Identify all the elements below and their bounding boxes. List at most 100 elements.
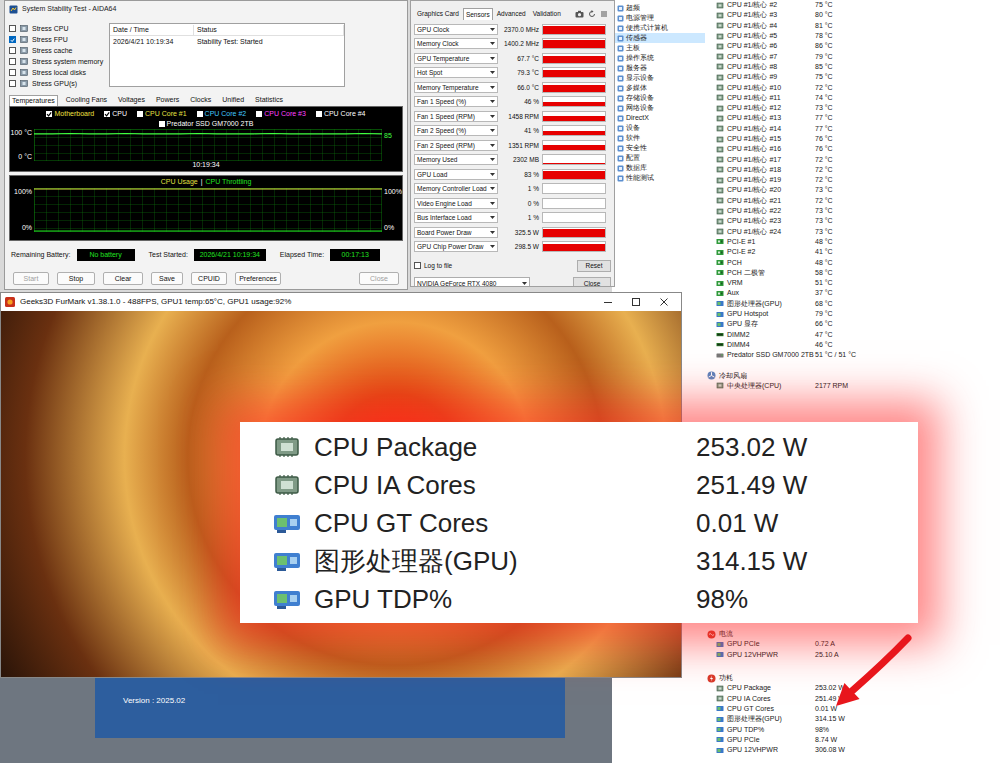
- sensor-selector[interactable]: GPU Load: [414, 169, 498, 180]
- nav-item[interactable]: 多媒体: [615, 83, 705, 93]
- legend-checkbox[interactable]: [316, 111, 322, 117]
- sensor-row[interactable]: GPU 显存66 °C: [707, 319, 1000, 329]
- dialog-button[interactable]: Close: [359, 272, 399, 285]
- sensor-row[interactable]: GPU 12VHPWR306.08 W: [707, 745, 1000, 755]
- dialog-button[interactable]: Stop: [57, 272, 95, 285]
- nav-item[interactable]: 传感器: [615, 33, 705, 43]
- nav-item[interactable]: 网络设备: [615, 103, 705, 113]
- legend-item[interactable]: CPU Core #3: [256, 109, 306, 119]
- dialog-button[interactable]: Start: [13, 272, 49, 285]
- sensor-row[interactable]: PCI-E #241 °C: [707, 247, 1000, 257]
- sensor-row[interactable]: CPU #1/核心 #1972 °C: [707, 175, 1000, 185]
- checkbox[interactable]: [9, 47, 16, 54]
- sensor-row[interactable]: Aux37 °C: [707, 288, 1000, 298]
- checkbox[interactable]: [9, 25, 16, 32]
- sensor-row[interactable]: CPU #1/核心 #1072 °C: [707, 82, 1000, 92]
- sensor-row[interactable]: PCH 二极管58 °C: [707, 268, 1000, 278]
- sensor-row[interactable]: CPU #1/核心 #2473 °C: [707, 227, 1000, 237]
- sensor-row[interactable]: CPU #1/核心 #779 °C: [707, 51, 1000, 61]
- dialog-button[interactable]: CPUID: [191, 272, 227, 285]
- checkbox[interactable]: [414, 262, 421, 269]
- stress-option[interactable]: Stress local disks: [9, 67, 105, 78]
- checkbox[interactable]: [9, 36, 16, 43]
- sensor-row[interactable]: 图形处理器(GPU)68 °C: [707, 299, 1000, 309]
- legend-item[interactable]: CPU Core #2: [197, 109, 247, 119]
- nav-item[interactable]: 便携式计算机: [615, 23, 705, 33]
- sensor-row[interactable]: 图形处理器(GPU)314.15 W: [707, 714, 1000, 724]
- sensor-row[interactable]: Predator SSD GM7000 2TB51 °C / 51 °C: [707, 350, 1000, 360]
- tab[interactable]: Graphics Card: [414, 7, 462, 20]
- sensor-selector[interactable]: Hot Spot: [414, 67, 498, 78]
- sensor-row[interactable]: DIMM446 °C: [707, 340, 1000, 350]
- sensor-selector[interactable]: Memory Temperature: [414, 82, 498, 93]
- background-window[interactable]: Version : 2025.02: [95, 678, 565, 738]
- nav-item[interactable]: 安全性: [615, 143, 705, 153]
- sensor-selector[interactable]: Memory Clock: [414, 38, 498, 49]
- sensor-row[interactable]: CPU #1/核心 #1174 °C: [707, 93, 1000, 103]
- checkbox[interactable]: [9, 69, 16, 76]
- sensor-row[interactable]: CPU #1/核心 #1477 °C: [707, 124, 1000, 134]
- legend-item[interactable]: CPU Core #4: [316, 109, 366, 119]
- sensor-row[interactable]: CPU #1/核心 #1872 °C: [707, 165, 1000, 175]
- sensor-selector[interactable]: Fan 2 Speed (RPM): [414, 140, 498, 151]
- sensor-row[interactable]: CPU GT Cores0.01 W: [707, 704, 1000, 714]
- section-header[interactable]: 电流: [707, 629, 1000, 639]
- sensor-selector[interactable]: Fan 1 Speed (RPM): [414, 111, 498, 122]
- sensor-row[interactable]: CPU #1/核心 #2172 °C: [707, 196, 1000, 206]
- sensor-selector[interactable]: Bus Interface Load: [414, 212, 498, 223]
- sensor-row[interactable]: CPU #1/核心 #1576 °C: [707, 134, 1000, 144]
- legend-checkbox[interactable]: [137, 111, 143, 117]
- sensor-row[interactable]: GPU Hotspot79 °C: [707, 309, 1000, 319]
- legend-checkbox[interactable]: [159, 121, 165, 127]
- sensor-row[interactable]: CPU #1/核心 #1273 °C: [707, 103, 1000, 113]
- dialog-button[interactable]: Save: [151, 272, 183, 285]
- checkbox[interactable]: [9, 58, 16, 65]
- legend-item[interactable]: Predator SSD GM7000 2TB: [159, 119, 254, 129]
- sensor-row[interactable]: CPU #1/核心 #885 °C: [707, 62, 1000, 72]
- sensor-row[interactable]: CPU #1/核心 #2373 °C: [707, 216, 1000, 226]
- nav-item[interactable]: 主板: [615, 43, 705, 53]
- stress-option[interactable]: Stress FPU: [9, 34, 105, 45]
- nav-item[interactable]: 电源管理: [615, 13, 705, 23]
- legend-item[interactable]: Motherboard: [46, 109, 94, 119]
- tab[interactable]: Powers: [153, 94, 182, 106]
- stress-option[interactable]: Stress GPU(s): [9, 78, 105, 89]
- gpuz-window[interactable]: Graphics CardSensorsAdvancedValidationGP…: [410, 0, 615, 287]
- sensor-selector[interactable]: Memory Used: [414, 154, 498, 165]
- reset-button[interactable]: Reset: [577, 260, 611, 272]
- sensor-row[interactable]: CPU #1/核心 #275 °C: [707, 0, 1000, 10]
- legend-item[interactable]: CPU: [104, 109, 127, 119]
- sensor-row[interactable]: PCI-E #148 °C: [707, 237, 1000, 247]
- legend-checkbox[interactable]: [46, 111, 52, 117]
- stress-option[interactable]: Stress CPU: [9, 23, 105, 34]
- log-to-file[interactable]: Log to file: [414, 261, 452, 270]
- sensor-row[interactable]: CPU #1/核心 #578 °C: [707, 31, 1000, 41]
- sensor-selector[interactable]: Fan 1 Speed (%): [414, 96, 498, 107]
- sensor-row[interactable]: CPU #1/核心 #1676 °C: [707, 144, 1000, 154]
- nav-item[interactable]: 性能测试: [615, 173, 705, 183]
- nav-item[interactable]: 软件: [615, 133, 705, 143]
- sensor-selector[interactable]: Memory Controller Load: [414, 183, 498, 194]
- nav-item[interactable]: 数据库: [615, 163, 705, 173]
- sensor-row[interactable]: CPU #1/核心 #1377 °C: [707, 113, 1000, 123]
- sensor-row[interactable]: GPU PCIe8.74 W: [707, 735, 1000, 745]
- checkbox[interactable]: [9, 80, 16, 87]
- column-header[interactable]: Date / Time: [110, 25, 194, 35]
- sensor-selector[interactable]: Fan 2 Speed (%): [414, 125, 498, 136]
- nav-item[interactable]: DirectX: [615, 113, 705, 123]
- sensor-row[interactable]: CPU #1/核心 #380 °C: [707, 10, 1000, 20]
- stress-option[interactable]: Stress system memory: [9, 56, 105, 67]
- tab[interactable]: Advanced: [494, 7, 529, 20]
- section-header[interactable]: 功耗: [707, 673, 1000, 683]
- nav-item[interactable]: 操作系统: [615, 53, 705, 63]
- sensor-selector[interactable]: GPU Temperature: [414, 53, 498, 64]
- sensor-row[interactable]: DIMM247 °C: [707, 330, 1000, 340]
- tab[interactable]: Cooling Fans: [63, 94, 110, 106]
- sensor-selector[interactable]: Video Engine Load: [414, 198, 498, 209]
- legend-item[interactable]: CPU Core #1: [137, 109, 187, 119]
- section-header[interactable]: 冷却风扇: [707, 370, 1000, 380]
- sensor-row[interactable]: CPU #1/核心 #975 °C: [707, 72, 1000, 82]
- stress-option[interactable]: Stress cache: [9, 45, 105, 56]
- nav-item[interactable]: 服务器: [615, 63, 705, 73]
- legend-checkbox[interactable]: [197, 111, 203, 117]
